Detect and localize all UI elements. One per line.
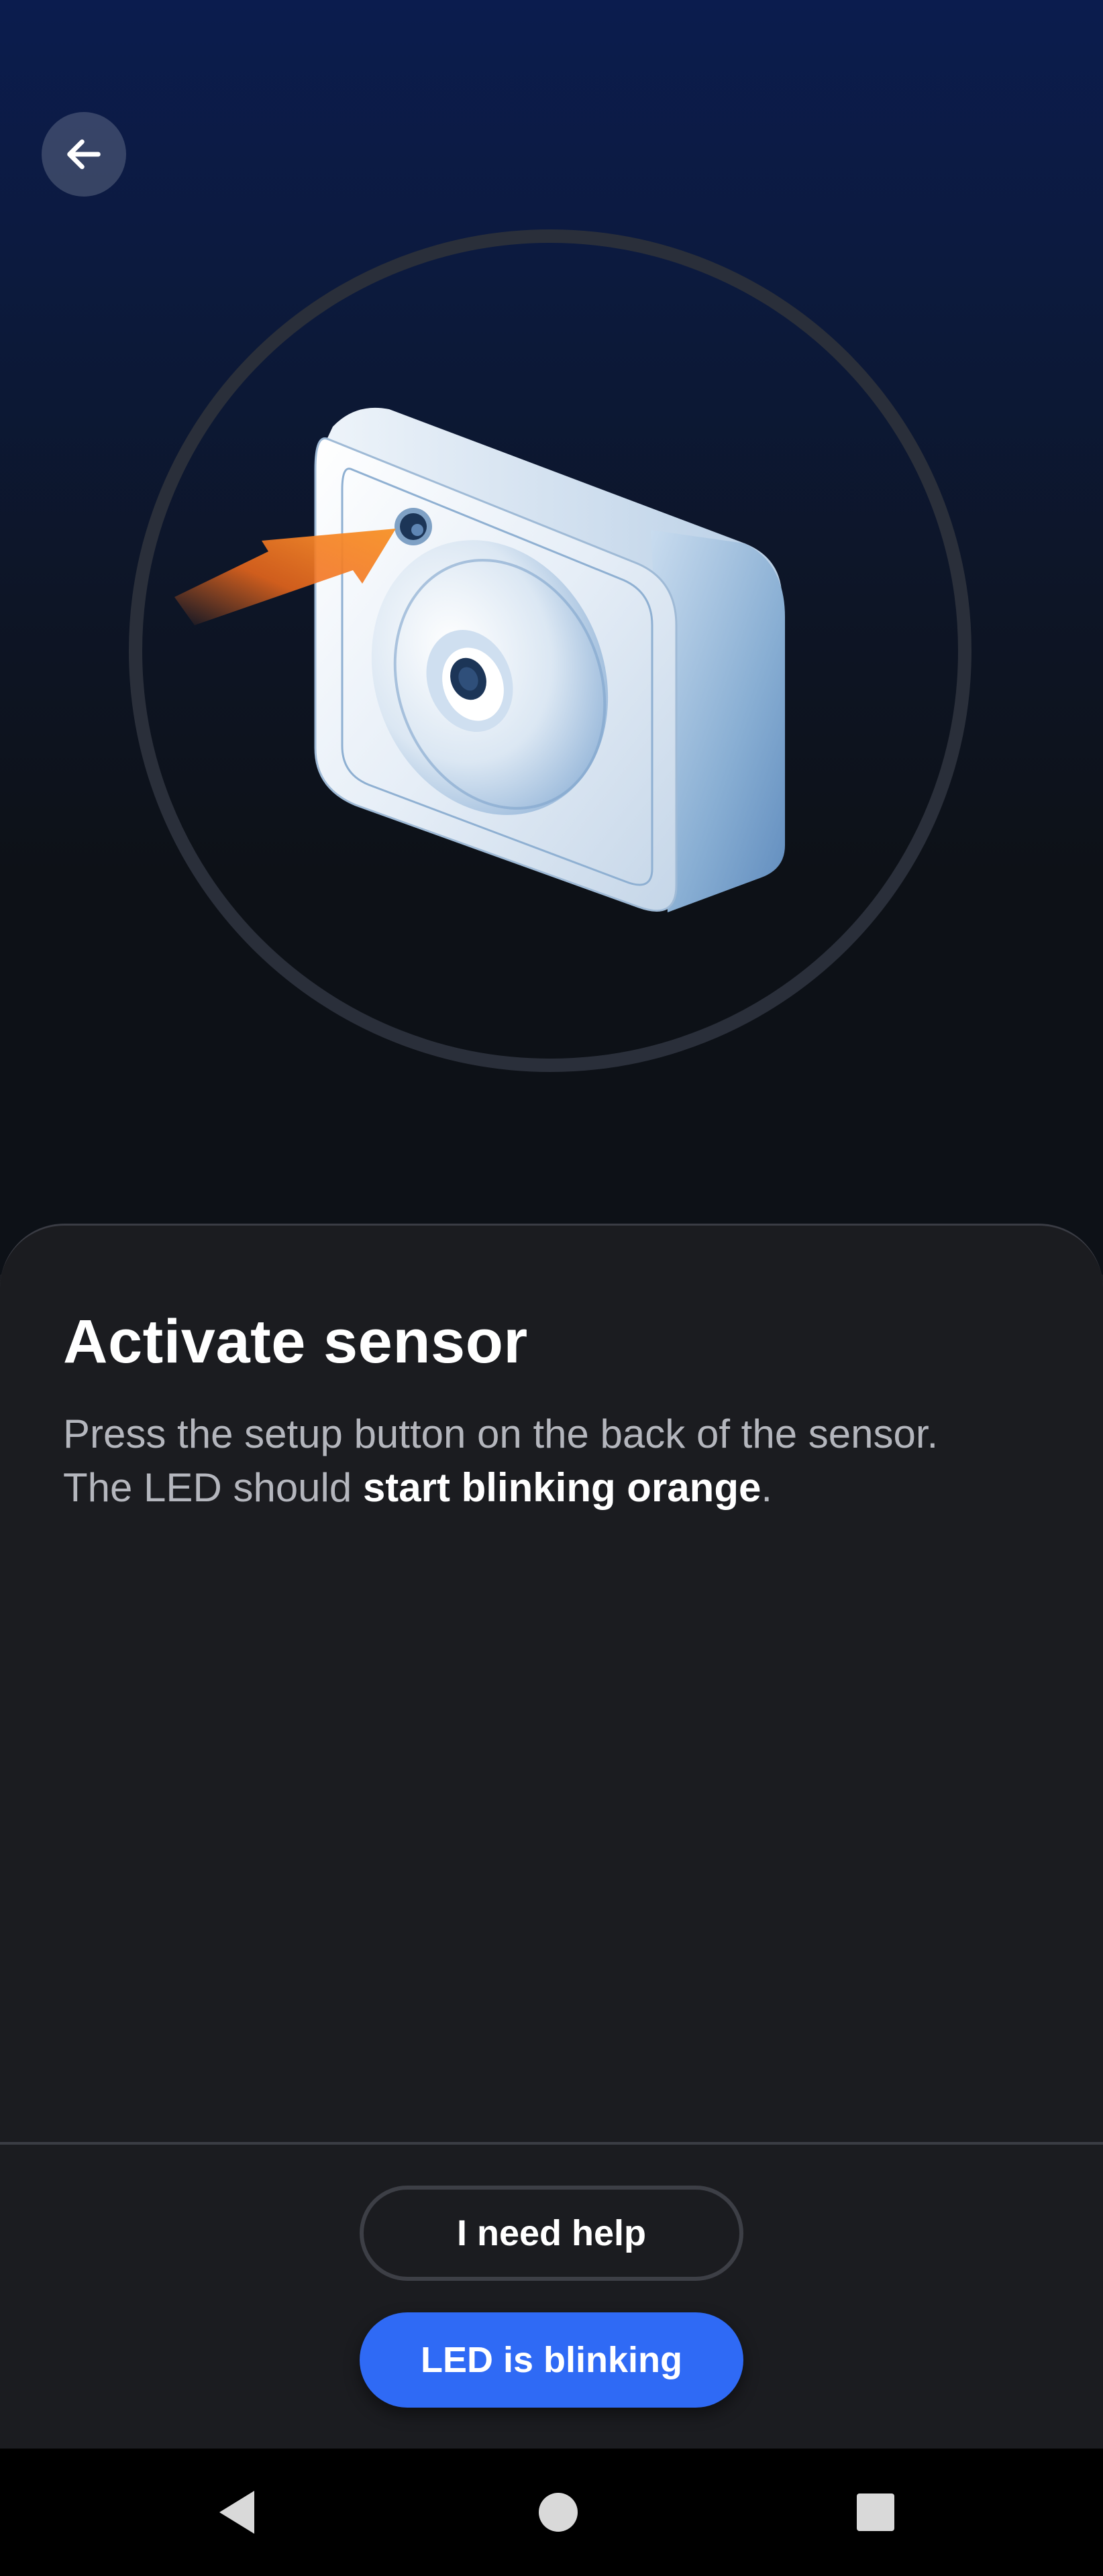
- instruction-line-2-prefix: The LED should: [63, 1465, 363, 1510]
- led-blinking-button[interactable]: LED is blinking: [360, 2312, 743, 2408]
- arrow-left-icon: [67, 139, 101, 170]
- system-back-button[interactable]: [203, 2479, 270, 2546]
- system-recents-button[interactable]: [842, 2479, 909, 2546]
- system-navigation-bar: [0, 2449, 1103, 2576]
- system-home-button[interactable]: [525, 2479, 592, 2546]
- sensor-device-illustration: [174, 407, 785, 912]
- page-title: Activate sensor: [63, 1307, 528, 1376]
- instruction-text: Press the setup button on the back of th…: [63, 1407, 1056, 1515]
- square-recents-icon: [857, 2493, 894, 2531]
- triangle-back-icon: [219, 2491, 254, 2534]
- need-help-button[interactable]: I need help: [360, 2186, 743, 2281]
- instruction-line-2-suffix: .: [761, 1465, 773, 1510]
- hero-area: [0, 0, 1103, 1275]
- instruction-line-1: Press the setup button on the back of th…: [63, 1411, 939, 1456]
- circle-home-icon: [539, 2493, 578, 2532]
- instruction-emphasis: start blinking orange: [362, 1465, 761, 1510]
- app-screen: Activate sensor Press the setup button o…: [0, 0, 1103, 2576]
- back-button[interactable]: [42, 112, 126, 197]
